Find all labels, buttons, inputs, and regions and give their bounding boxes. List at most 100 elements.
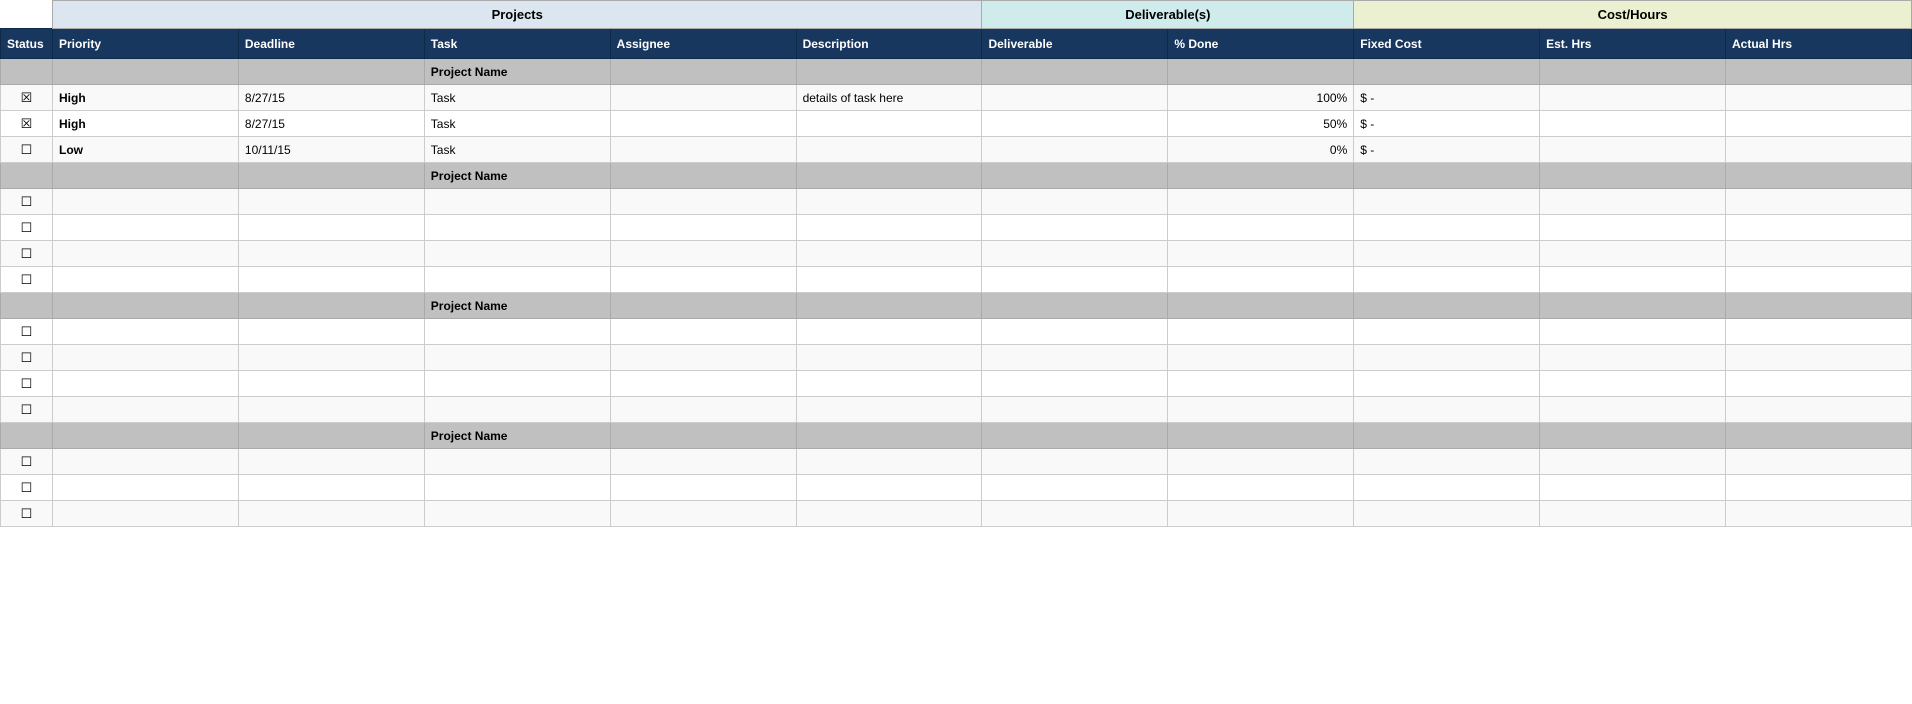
fixed-cost-cell[interactable]: $ - (1354, 111, 1540, 137)
assignee-cell[interactable] (610, 85, 796, 111)
assignee-cell[interactable] (610, 241, 796, 267)
status-checkbox[interactable]: ☐ (1, 319, 53, 345)
fixed-cost-cell[interactable] (1354, 345, 1540, 371)
est-hrs-cell[interactable] (1540, 371, 1726, 397)
status-checkbox[interactable]: ☐ (1, 475, 53, 501)
task-cell[interactable]: Task (424, 111, 610, 137)
fixed-cost-cell[interactable] (1354, 397, 1540, 423)
assignee-cell[interactable] (610, 137, 796, 163)
status-checkbox[interactable]: ☐ (1, 371, 53, 397)
description-cell[interactable] (796, 501, 982, 527)
task-cell[interactable] (424, 371, 610, 397)
deliverable-cell[interactable] (982, 241, 1168, 267)
task-cell[interactable] (424, 319, 610, 345)
pct-done-cell[interactable]: 100% (1168, 85, 1354, 111)
fixed-cost-cell[interactable] (1354, 371, 1540, 397)
est-hrs-cell[interactable] (1540, 449, 1726, 475)
deliverable-cell[interactable] (982, 319, 1168, 345)
pct-done-cell[interactable] (1168, 475, 1354, 501)
actual-hrs-cell[interactable] (1726, 501, 1912, 527)
project-name-cell[interactable]: Project Name (424, 423, 610, 449)
assignee-cell[interactable] (610, 215, 796, 241)
fixed-cost-cell[interactable] (1354, 241, 1540, 267)
assignee-cell[interactable] (610, 267, 796, 293)
pct-done-cell[interactable] (1168, 267, 1354, 293)
actual-hrs-cell[interactable] (1726, 137, 1912, 163)
assignee-cell[interactable] (610, 319, 796, 345)
actual-hrs-cell[interactable] (1726, 319, 1912, 345)
status-checkbox[interactable]: ☐ (1, 241, 53, 267)
actual-hrs-cell[interactable] (1726, 345, 1912, 371)
description-cell[interactable] (796, 267, 982, 293)
actual-hrs-cell[interactable] (1726, 449, 1912, 475)
task-cell[interactable] (424, 475, 610, 501)
task-cell[interactable] (424, 267, 610, 293)
assignee-cell[interactable] (610, 345, 796, 371)
pct-done-cell[interactable]: 50% (1168, 111, 1354, 137)
fixed-cost-cell[interactable] (1354, 475, 1540, 501)
status-checkbox[interactable]: ☐ (1, 449, 53, 475)
status-checkbox[interactable]: ☐ (1, 501, 53, 527)
description-cell[interactable] (796, 137, 982, 163)
project-name-cell[interactable]: Project Name (424, 293, 610, 319)
fixed-cost-cell[interactable] (1354, 319, 1540, 345)
fixed-cost-cell[interactable] (1354, 449, 1540, 475)
est-hrs-cell[interactable] (1540, 267, 1726, 293)
pct-done-cell[interactable] (1168, 345, 1354, 371)
description-cell[interactable] (796, 215, 982, 241)
deliverable-cell[interactable] (982, 345, 1168, 371)
pct-done-cell[interactable] (1168, 397, 1354, 423)
actual-hrs-cell[interactable] (1726, 371, 1912, 397)
task-cell[interactable] (424, 215, 610, 241)
est-hrs-cell[interactable] (1540, 85, 1726, 111)
task-cell[interactable]: Task (424, 85, 610, 111)
description-cell[interactable] (796, 371, 982, 397)
deliverable-cell[interactable] (982, 267, 1168, 293)
deliverable-cell[interactable] (982, 475, 1168, 501)
assignee-cell[interactable] (610, 111, 796, 137)
pct-done-cell[interactable] (1168, 449, 1354, 475)
status-checkbox[interactable]: ☐ (1, 215, 53, 241)
est-hrs-cell[interactable] (1540, 111, 1726, 137)
description-cell[interactable] (796, 449, 982, 475)
assignee-cell[interactable] (610, 475, 796, 501)
status-checkbox[interactable]: ☐ (1, 137, 53, 163)
fixed-cost-cell[interactable]: $ - (1354, 137, 1540, 163)
assignee-cell[interactable] (610, 189, 796, 215)
pct-done-cell[interactable] (1168, 501, 1354, 527)
status-checkbox[interactable]: ☐ (1, 189, 53, 215)
deliverable-cell[interactable] (982, 189, 1168, 215)
pct-done-cell[interactable] (1168, 215, 1354, 241)
description-cell[interactable] (796, 241, 982, 267)
fixed-cost-cell[interactable] (1354, 267, 1540, 293)
deliverable-cell[interactable] (982, 137, 1168, 163)
deliverable-cell[interactable] (982, 397, 1168, 423)
est-hrs-cell[interactable] (1540, 475, 1726, 501)
description-cell[interactable] (796, 189, 982, 215)
assignee-cell[interactable] (610, 397, 796, 423)
deliverable-cell[interactable] (982, 111, 1168, 137)
deliverable-cell[interactable] (982, 85, 1168, 111)
assignee-cell[interactable] (610, 501, 796, 527)
task-cell[interactable] (424, 189, 610, 215)
project-name-cell[interactable]: Project Name (424, 59, 610, 85)
fixed-cost-cell[interactable] (1354, 215, 1540, 241)
est-hrs-cell[interactable] (1540, 215, 1726, 241)
description-cell[interactable]: details of task here (796, 85, 982, 111)
description-cell[interactable] (796, 111, 982, 137)
status-checkbox[interactable]: ☐ (1, 397, 53, 423)
project-name-cell[interactable]: Project Name (424, 163, 610, 189)
status-checkbox[interactable]: ☐ (1, 345, 53, 371)
est-hrs-cell[interactable] (1540, 189, 1726, 215)
pct-done-cell[interactable] (1168, 241, 1354, 267)
est-hrs-cell[interactable] (1540, 137, 1726, 163)
deliverable-cell[interactable] (982, 501, 1168, 527)
assignee-cell[interactable] (610, 449, 796, 475)
actual-hrs-cell[interactable] (1726, 241, 1912, 267)
actual-hrs-cell[interactable] (1726, 267, 1912, 293)
status-checkbox[interactable]: ☐ (1, 267, 53, 293)
description-cell[interactable] (796, 319, 982, 345)
est-hrs-cell[interactable] (1540, 241, 1726, 267)
fixed-cost-cell[interactable] (1354, 501, 1540, 527)
deliverable-cell[interactable] (982, 449, 1168, 475)
